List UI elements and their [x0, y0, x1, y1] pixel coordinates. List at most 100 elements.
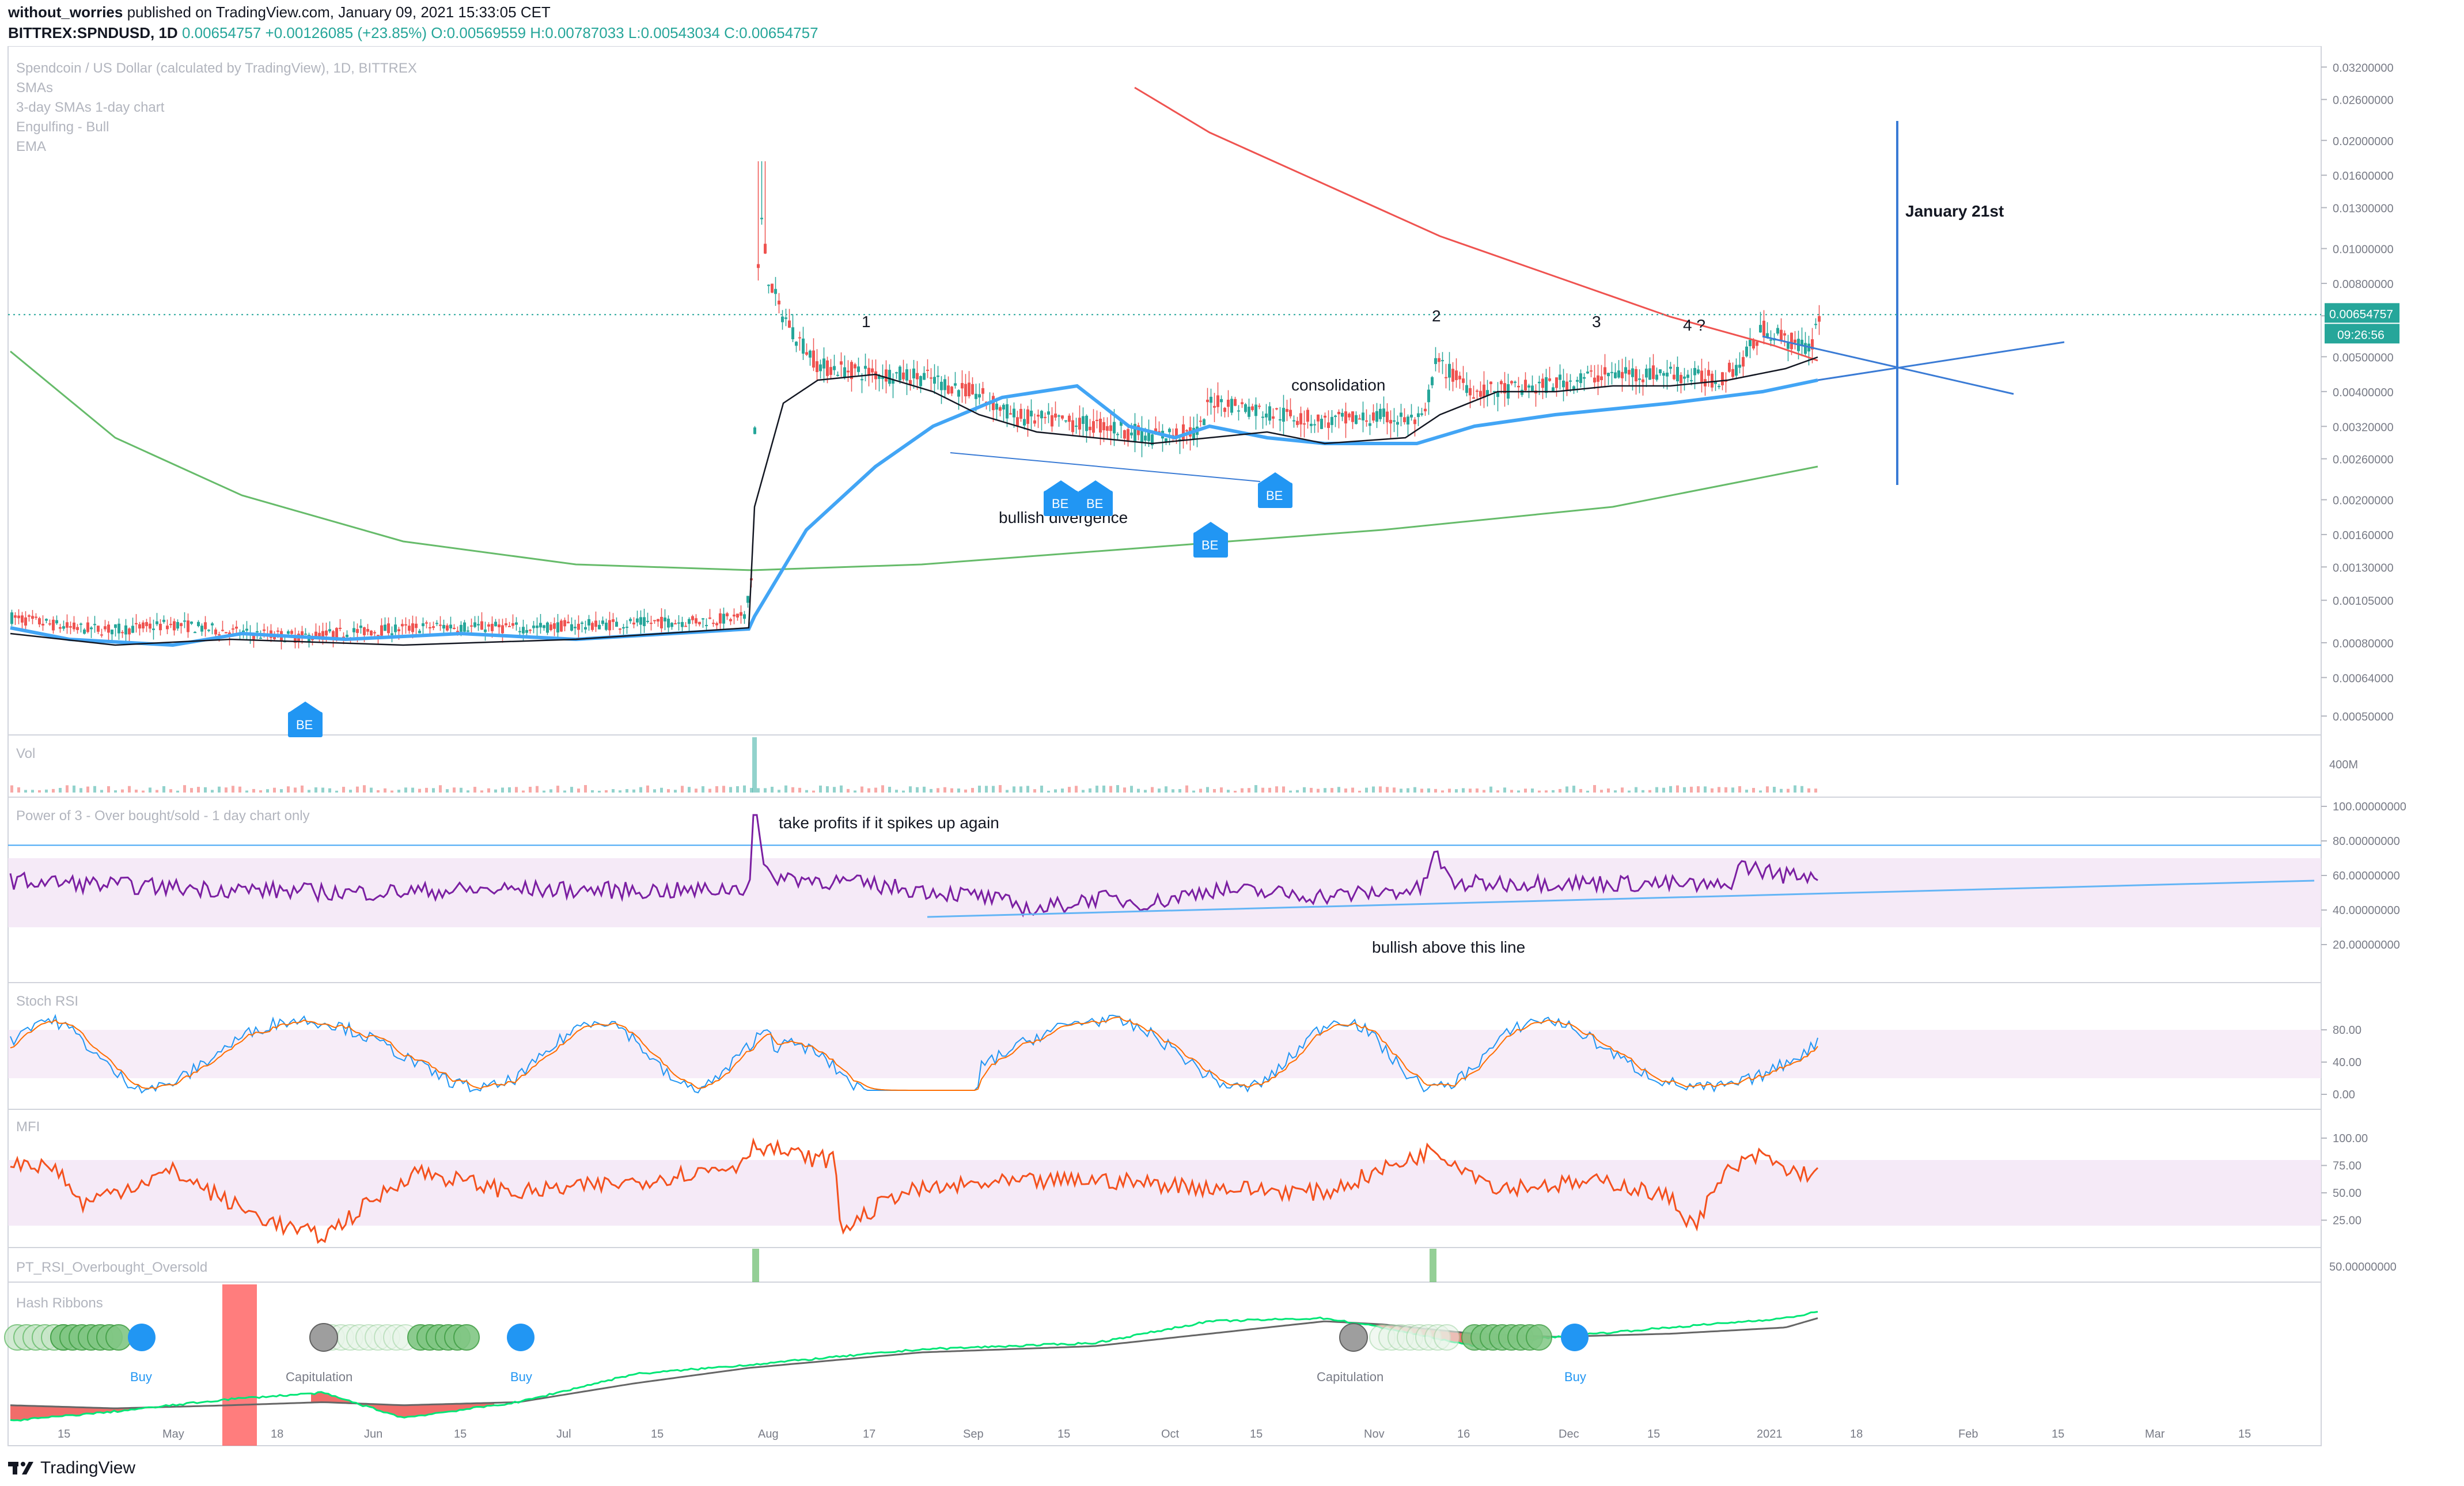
vol-bar	[1130, 786, 1133, 793]
stoch-tick-label: 0.00	[2333, 1089, 2355, 1101]
candle	[1738, 352, 1741, 374]
candle	[1431, 376, 1434, 389]
candle	[1379, 404, 1382, 422]
candle-body	[798, 337, 801, 339]
be-arrow	[1044, 480, 1078, 492]
time-tick-label: 15	[1250, 1428, 1263, 1440]
candle	[1814, 318, 1817, 329]
candle-body	[1624, 367, 1627, 374]
vol-bar	[543, 790, 545, 793]
candle	[1718, 384, 1720, 389]
vol-bar	[17, 787, 20, 793]
candle-body	[1783, 333, 1786, 336]
candle-body	[764, 244, 767, 254]
candle-body	[601, 620, 604, 624]
candle-body	[31, 616, 34, 619]
candle	[726, 612, 729, 620]
candle-body	[1420, 413, 1423, 415]
vol-bar	[232, 786, 234, 793]
mfi-tick-label: 75.00	[2333, 1160, 2361, 1173]
candle	[964, 374, 967, 404]
candle	[708, 609, 711, 620]
vol-bar	[1151, 787, 1154, 793]
chart-canvas[interactable]: Spendcoin / US Dollar (calculated by Tra…	[0, 46, 2464, 1451]
vol-bar	[1628, 790, 1631, 793]
candle	[850, 360, 853, 392]
candle-body	[107, 624, 110, 633]
vol-bar	[176, 790, 179, 793]
candle	[225, 632, 228, 634]
vol-bar	[1711, 788, 1714, 793]
candle	[207, 629, 210, 632]
vol-bar	[1040, 786, 1043, 793]
candle-body	[947, 385, 950, 394]
candle	[719, 608, 722, 630]
vol-bar	[301, 785, 304, 793]
candle	[352, 621, 355, 638]
candle	[601, 616, 604, 626]
candle-body	[1220, 399, 1223, 403]
vol-bar	[752, 737, 757, 793]
vol-bar	[847, 789, 850, 793]
vol-bar	[1220, 787, 1223, 793]
candle-body	[937, 375, 939, 377]
candle-body	[204, 622, 207, 630]
symbol-name[interactable]: BITTREX:SPNDUSD, 1D	[8, 24, 178, 41]
candle-body	[1303, 423, 1306, 425]
author-name[interactable]: without_worries	[8, 3, 123, 21]
vol-bar	[321, 787, 324, 793]
vol-bar	[860, 786, 863, 793]
price-tick-label: 0.00130000	[2333, 562, 2394, 574]
tradingview-logo[interactable]: TradingView	[8, 1458, 135, 1478]
open-value: O:0.00569559	[431, 24, 526, 41]
vol-bar	[1614, 790, 1617, 793]
candle	[1330, 410, 1333, 433]
mfi-tick-label: 25.00	[2333, 1215, 2361, 1227]
candle	[1078, 405, 1081, 437]
vol-bar	[349, 790, 352, 793]
candle-body	[1002, 404, 1005, 410]
vol-bar	[1033, 789, 1036, 793]
candle	[1465, 372, 1468, 397]
candle	[1296, 416, 1299, 428]
candle-body	[570, 624, 573, 631]
candle-body	[276, 630, 279, 632]
candle-body	[1690, 380, 1693, 381]
candle-body	[702, 618, 704, 620]
candle-body	[256, 631, 259, 632]
candle	[950, 386, 953, 396]
candle	[1776, 324, 1779, 336]
candle	[1742, 350, 1745, 378]
candle	[947, 376, 950, 395]
vol-bar	[391, 790, 393, 793]
candle	[432, 621, 435, 631]
candle	[391, 626, 393, 643]
candle-body	[1538, 381, 1541, 384]
vol-bar	[1268, 787, 1271, 793]
candle	[615, 617, 618, 627]
candle-body	[560, 620, 563, 632]
vol-bar	[805, 790, 808, 793]
candle-body	[1006, 404, 1009, 419]
candle	[1026, 405, 1029, 437]
be-labels: BE BE BE BE BE	[288, 472, 1292, 737]
candle-body	[1210, 396, 1212, 403]
candle	[560, 619, 563, 632]
ptrsi-bar	[1430, 1249, 1436, 1282]
hash-signal-dot	[1561, 1324, 1589, 1351]
candle-body	[760, 218, 763, 219]
candle-body	[553, 623, 556, 629]
candle-body	[677, 622, 680, 624]
candle-body	[259, 638, 262, 639]
candle	[822, 347, 825, 383]
candle	[477, 616, 480, 631]
main-legend: Spendcoin / US Dollar (calculated by Tra…	[16, 60, 417, 154]
candle	[646, 612, 649, 624]
candle-body	[1731, 369, 1734, 377]
vol-bar	[1317, 789, 1320, 793]
candle	[1686, 370, 1689, 383]
candle	[1334, 415, 1337, 427]
candle-body	[439, 624, 442, 626]
candle-body	[1344, 411, 1347, 424]
be-arrow	[1193, 522, 1228, 533]
